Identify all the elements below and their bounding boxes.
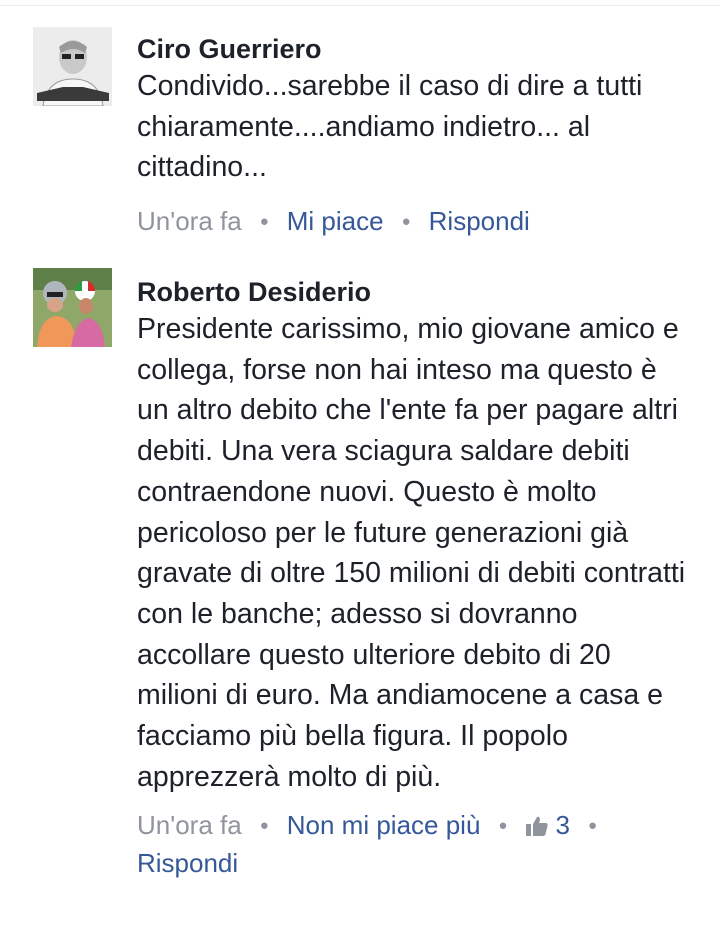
separator-dot: ● <box>401 213 411 231</box>
reply-link[interactable]: Rispondi <box>137 848 238 878</box>
separator-dot: ● <box>259 213 269 231</box>
avatar[interactable] <box>33 268 112 347</box>
comment-actions: Un'ora fa ● Non mi piace più ● 3 ● <box>137 810 697 844</box>
comment-author[interactable]: Roberto Desiderio <box>137 277 697 307</box>
comment-timestamp[interactable]: Un'ora fa <box>137 206 242 236</box>
avatar-image <box>33 27 112 106</box>
thumbs-up-icon <box>525 813 549 844</box>
avatar[interactable] <box>33 27 112 106</box>
like-link[interactable]: Mi piace <box>287 206 384 236</box>
comment-author[interactable]: Ciro Guerriero <box>137 34 697 64</box>
separator-dot: ● <box>587 817 597 835</box>
separator-dot: ● <box>498 817 508 835</box>
comment-text: Condivido...sarebbe il caso di dire a tu… <box>137 70 643 184</box>
top-divider <box>0 5 720 6</box>
unlike-link[interactable]: Non mi piace più <box>287 810 481 840</box>
comment-actions-overflow: Rispondi <box>137 848 697 879</box>
like-count-value: 3 <box>555 810 570 841</box>
comment-text: Presidente carissimo, mio giovane amico … <box>137 313 686 793</box>
like-count[interactable]: 3 <box>525 810 570 841</box>
comment-actions: Un'ora fa ● Mi piace ● Rispondi <box>137 206 697 237</box>
reply-link[interactable]: Rispondi <box>429 206 530 236</box>
separator-dot: ● <box>259 817 269 835</box>
comment-timestamp[interactable]: Un'ora fa <box>137 810 242 840</box>
avatar-image <box>33 268 112 347</box>
